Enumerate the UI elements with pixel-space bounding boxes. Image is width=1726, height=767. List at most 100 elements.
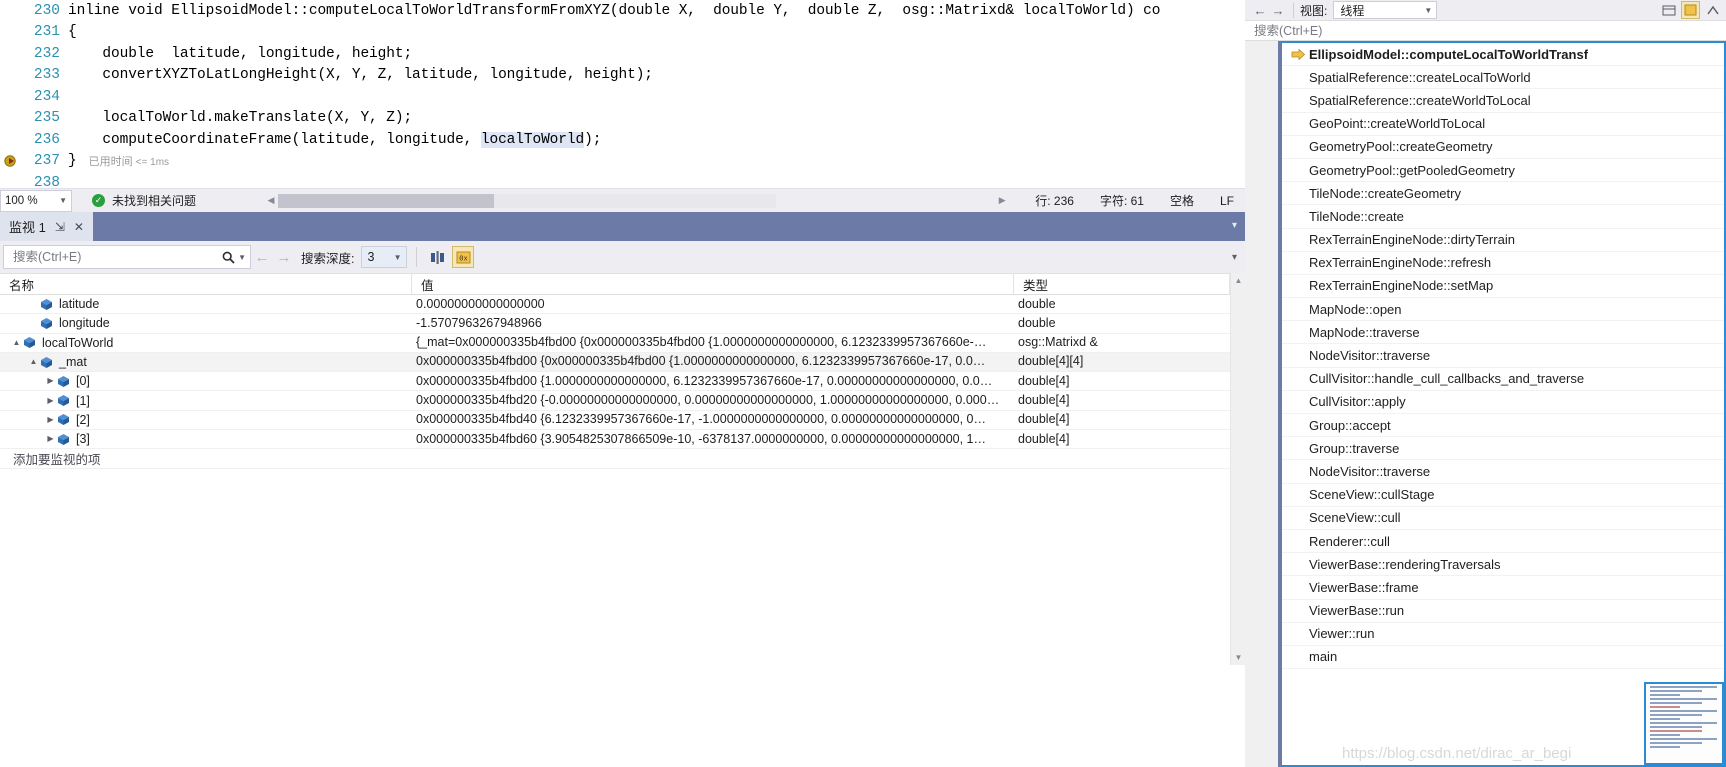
watch-search-box[interactable]: ▼ [3, 245, 251, 269]
chevron-down-icon[interactable]: ▾ [1232, 220, 1237, 231]
tab-watch-1[interactable]: 监视 1 ⇲ ✕ [0, 212, 93, 241]
breakpoint-current-icon[interactable] [0, 154, 22, 168]
watch-value-cell[interactable]: {_mat=0x000000335b4fbd00 {0x000000335b4f… [412, 333, 1014, 352]
watch-value-cell[interactable]: 0x000000335b4fbd00 {0x000000335b4fbd00 {… [412, 352, 1014, 371]
navigate-forward-icon[interactable]: → [1269, 3, 1287, 18]
editor-horizontal-scrollbar[interactable]: ◀ [264, 193, 777, 208]
watch-value-cell[interactable]: 0x000000335b4fbd40 {6.1232339957367660e-… [412, 410, 1014, 429]
call-stack-frame[interactable]: Renderer::cull [1282, 530, 1724, 554]
watch-name-cell[interactable]: ▲ localToWorld [0, 336, 412, 350]
table-row[interactable]: ▶ [0] 0x000000335b4fbd00 {1.00000000000000… [0, 372, 1230, 392]
toolbar-overflow-icon[interactable]: ▾ [1232, 252, 1237, 263]
call-stack-frame[interactable]: Group::traverse [1282, 437, 1724, 461]
expand-icon[interactable]: ▶ [44, 377, 57, 385]
call-stack-frame[interactable]: Viewer::run [1282, 623, 1724, 646]
table-row[interactable]: ▲ _mat 0x000000335b4fbd00 {0x000000335b4fb… [0, 352, 1230, 373]
highlight-frame-icon[interactable] [1681, 1, 1700, 19]
column-header-value[interactable]: 值 [412, 274, 1014, 294]
table-row[interactable]: longitude -1.5707963267948966 double [0, 314, 1230, 334]
scroll-left-icon[interactable]: ◀ [264, 195, 278, 206]
watch-name-cell[interactable]: latitude [0, 297, 412, 311]
call-stack-frame[interactable]: SceneView::cull [1282, 507, 1724, 530]
external-code-icon[interactable] [1659, 1, 1678, 19]
watch-name-cell[interactable]: ▶ [0] [0, 374, 412, 388]
call-stack-frame[interactable]: NodeVisitor::traverse [1282, 460, 1724, 484]
call-stack-frame[interactable]: CullVisitor::handle_cull_callbacks_and_t… [1282, 368, 1724, 391]
hscroll-track[interactable] [278, 193, 777, 208]
code-line[interactable]: 232 double latitude, longitude, height; [0, 43, 1160, 65]
code-line[interactable]: 231 { [0, 22, 1160, 44]
call-stack-frame[interactable]: SpatialReference::createLocalToWorld [1282, 66, 1724, 90]
unwind-icon[interactable] [1703, 1, 1722, 19]
call-stack-frame[interactable]: NodeVisitor::traverse [1282, 344, 1724, 368]
call-stack-frame[interactable]: RexTerrainEngineNode::dirtyTerrain [1282, 229, 1724, 252]
call-stack-frame[interactable]: main [1282, 646, 1724, 670]
watch-value-cell[interactable]: -1.5707963267948966 [412, 314, 1014, 333]
call-stack-frame[interactable]: RexTerrainEngineNode::setMap [1282, 275, 1724, 299]
call-stack-list[interactable]: EllipsoidModel::computeLocalToWorldTrans… [1282, 41, 1726, 767]
scroll-right-icon[interactable]: ▶ [995, 195, 1009, 206]
column-header-name[interactable]: 名称 [0, 274, 412, 294]
call-stack-frame[interactable]: ViewerBase::run [1282, 600, 1724, 623]
call-stack-frame[interactable]: SceneView::cullStage [1282, 484, 1724, 507]
watch-name-cell[interactable]: ▶ [2] [0, 413, 412, 427]
search-prev-icon[interactable]: ← [251, 249, 273, 266]
call-stack-frame[interactable]: GeoPoint::createWorldToLocal [1282, 113, 1724, 136]
table-row[interactable]: ▶ [3] 0x000000335b4fbd60 {3.90548253078665… [0, 430, 1230, 450]
search-icon[interactable] [221, 250, 235, 264]
code-line[interactable]: 238 [0, 172, 1160, 188]
call-stack-frame[interactable]: TileNode::createGeometry [1282, 182, 1724, 206]
scroll-up-icon[interactable]: ▲ [1231, 273, 1246, 288]
watch-name-cell[interactable]: ▶ [1] [0, 394, 412, 408]
code-editor[interactable]: 230 inline void EllipsoidModel::computeLo… [0, 0, 1245, 188]
navigate-back-icon[interactable]: ← [1251, 3, 1269, 18]
call-stack-frame[interactable]: Group::accept [1282, 414, 1724, 438]
call-stack-frame[interactable]: MapNode::traverse [1282, 321, 1724, 345]
watch-grid[interactable]: 名称 值 类型 latitude 0.00000000000000000 doubl… [0, 273, 1230, 665]
collapse-icon[interactable]: ▲ [27, 358, 40, 366]
code-line[interactable]: 236 computeCoordinateFrame(latitude, lon… [0, 129, 1160, 151]
expand-icon[interactable]: ▶ [44, 396, 57, 405]
hex-display-toggle-icon[interactable]: 0x [452, 246, 475, 268]
close-icon[interactable]: ✕ [74, 220, 84, 234]
search-depth-dropdown[interactable]: 3 ▼ [361, 246, 408, 268]
code-line[interactable]: 235 localToWorld.makeTranslate(X, Y, Z); [0, 108, 1160, 130]
expand-icon[interactable]: ▶ [44, 415, 57, 424]
table-row[interactable]: ▶ [2] 0x000000335b4fbd40 {6.12323399573676… [0, 410, 1230, 431]
call-stack-search-input[interactable] [1252, 22, 1726, 39]
expand-icon[interactable]: ▶ [44, 435, 57, 443]
chevron-down-icon[interactable]: ▼ [238, 253, 246, 262]
call-stack-frame[interactable]: ViewerBase::frame [1282, 576, 1724, 600]
call-stack-search-box[interactable] [1245, 20, 1726, 41]
watch-value-cell[interactable]: 0x000000335b4fbd60 {3.9054825307866509e-… [412, 430, 1014, 449]
watch-value-cell[interactable]: 0x000000335b4fbd00 {1.0000000000000000, … [412, 372, 1014, 391]
watch-name-cell[interactable]: longitude [0, 316, 412, 330]
call-stack-frame[interactable]: SpatialReference::createWorldToLocal [1282, 89, 1724, 113]
watch-search-input[interactable] [11, 249, 222, 265]
watch-vertical-scrollbar[interactable]: ▲ ▼ [1230, 273, 1245, 665]
call-stack-frame[interactable]: CullVisitor::apply [1282, 391, 1724, 414]
pin-icon[interactable]: ⇲ [55, 220, 65, 234]
watch-name-cell[interactable]: ▶ [3] [0, 432, 412, 446]
watch-name-cell[interactable]: ▲ _mat [0, 355, 412, 369]
code-line[interactable]: 234 [0, 86, 1160, 108]
code-lines[interactable]: 230 inline void EllipsoidModel::computeLo… [0, 0, 1160, 188]
call-stack-frame[interactable]: RexTerrainEngineNode::refresh [1282, 252, 1724, 275]
code-line[interactable]: 233 convertXYZToLatLongHeight(X, Y, Z, l… [0, 65, 1160, 87]
view-dropdown[interactable]: 线程 ▼ [1333, 1, 1438, 19]
search-next-icon[interactable]: → [273, 249, 295, 266]
columns-toggle-icon[interactable] [426, 246, 448, 268]
scroll-down-icon[interactable]: ▼ [1231, 650, 1246, 665]
call-stack-frame[interactable]: EllipsoidModel::computeLocalToWorldTrans… [1282, 43, 1724, 67]
hscroll-thumb[interactable] [278, 193, 495, 208]
add-watch-row[interactable]: 添加要监视的项 [0, 449, 1230, 469]
code-minimap-thumbnail[interactable] [1644, 682, 1724, 765]
column-header-type[interactable]: 类型 [1014, 274, 1230, 294]
table-row[interactable]: latitude 0.00000000000000000 double [0, 295, 1230, 315]
call-stack-frame[interactable]: TileNode::create [1282, 205, 1724, 229]
collapse-icon[interactable]: ▲ [10, 338, 23, 347]
watch-value-cell[interactable]: 0.00000000000000000 [412, 295, 1014, 314]
call-stack-frame[interactable]: MapNode::open [1282, 298, 1724, 322]
code-line[interactable]: 237} 已用时间 <= 1ms [0, 151, 1160, 173]
zoom-level-dropdown[interactable]: 100 % ▼ [0, 189, 72, 212]
